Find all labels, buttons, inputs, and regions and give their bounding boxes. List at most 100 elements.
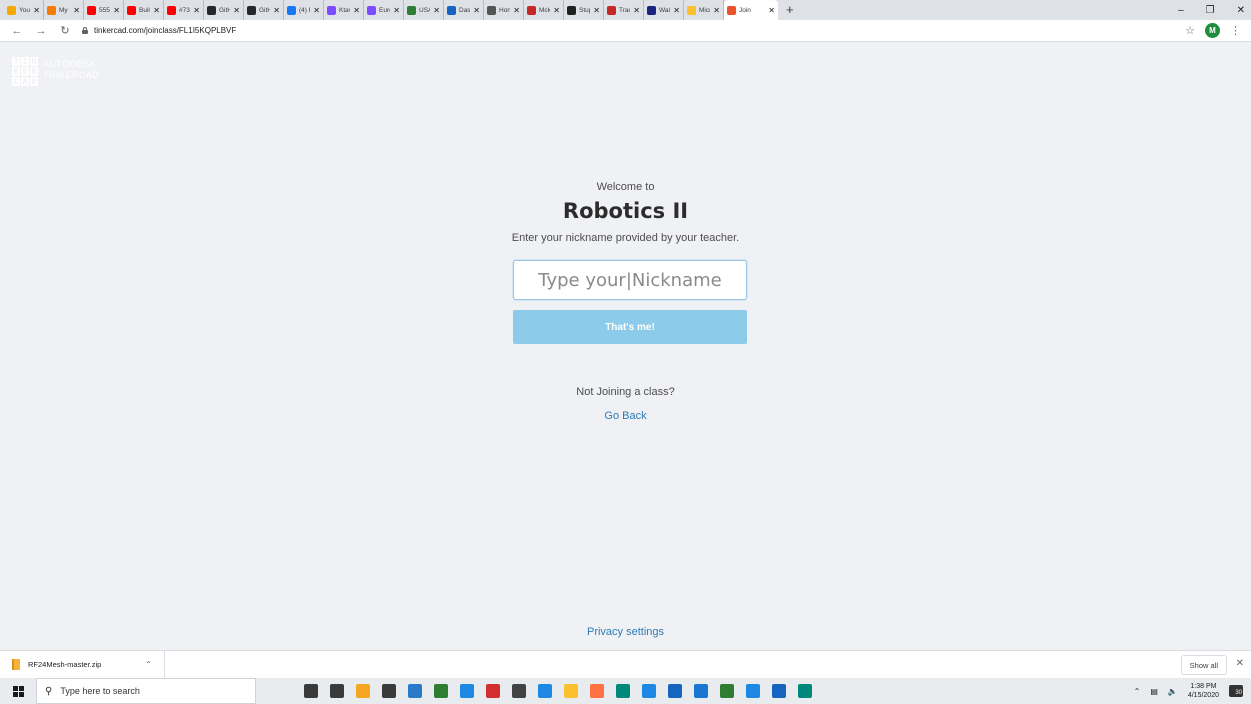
taskbar-app-icon[interactable]: [434, 684, 448, 698]
browser-tab[interactable]: Euro✕: [364, 0, 404, 20]
browser-tab[interactable]: Buil ✕: [124, 0, 164, 20]
browser-tab[interactable]: 555 ✕: [84, 0, 124, 20]
taskbar-app-icon[interactable]: [642, 684, 656, 698]
star-icon[interactable]: ☆: [1185, 24, 1195, 37]
tab-title: Euro: [379, 6, 390, 14]
taskbar-app-icon[interactable]: [668, 684, 682, 698]
tab-close-icon[interactable]: ✕: [393, 6, 400, 15]
show-all-button[interactable]: Show all: [1180, 655, 1227, 675]
logo-letter: D: [30, 77, 38, 86]
tab-close-icon[interactable]: ✕: [713, 6, 720, 15]
menu-dots-icon[interactable]: ⋮: [1230, 24, 1241, 37]
tinkercad-logo[interactable]: TIN KER CAD AUTODESK TINKERCAD: [12, 57, 100, 86]
tab-close-icon[interactable]: ✕: [473, 6, 480, 15]
browser-tab[interactable]: (4) F✕: [284, 0, 324, 20]
download-filename: RF24Mesh-master.zip: [28, 660, 102, 669]
browser-tab[interactable]: Join ✕: [724, 0, 778, 20]
profile-avatar[interactable]: M: [1205, 23, 1220, 38]
taskbar-app-icon[interactable]: [304, 684, 318, 698]
instructions-text: Enter your nickname provided by your tea…: [511, 232, 740, 244]
taskbar-app-icon[interactable]: [590, 684, 604, 698]
url-text[interactable]: tinkercad.com/joinclass/FL1I5KQPLBVF: [94, 26, 236, 35]
back-arrow-icon[interactable]: ←: [10, 25, 24, 37]
chevron-up-icon[interactable]: ⌃: [145, 660, 152, 669]
taskbar-app-icon[interactable]: [486, 684, 500, 698]
tab-close-icon[interactable]: ✕: [273, 6, 280, 15]
tab-favicon-icon: [407, 5, 416, 15]
reload-icon[interactable]: ↻: [58, 24, 72, 37]
tab-close-icon[interactable]: ✕: [768, 6, 775, 15]
browser-tab[interactable]: GitH✕: [244, 0, 284, 20]
taskbar-app-icon[interactable]: [460, 684, 474, 698]
taskbar-app-icon[interactable]: [746, 684, 760, 698]
tab-close-icon[interactable]: ✕: [433, 6, 440, 15]
taskbar-app-icon[interactable]: [356, 684, 370, 698]
taskbar-app-icon[interactable]: [330, 684, 344, 698]
taskbar-app-icon[interactable]: [382, 684, 396, 698]
nickname-input[interactable]: [513, 260, 747, 300]
taskbar-app-icon[interactable]: [512, 684, 526, 698]
new-tab-button[interactable]: +: [786, 0, 794, 20]
taskbar-search-placeholder: Type here to search: [60, 686, 140, 696]
tab-close-icon[interactable]: ✕: [113, 6, 120, 15]
thats-me-button[interactable]: That's me!: [513, 310, 747, 344]
browser-tab[interactable]: Your✕: [4, 0, 44, 20]
address-bar[interactable]: tinkercad.com/joinclass/FL1I5KQPLBVF: [82, 26, 236, 35]
tab-title: Ktav: [339, 6, 350, 14]
taskbar-app-icon[interactable]: [564, 684, 578, 698]
taskbar-app-icon[interactable]: [538, 684, 552, 698]
network-icon[interactable]: ▤: [1150, 687, 1158, 696]
taskbar-app-icon[interactable]: [720, 684, 734, 698]
taskbar-search[interactable]: ⚲ Type here to search: [36, 678, 256, 704]
taskbar-app-icon[interactable]: [694, 684, 708, 698]
tab-close-icon[interactable]: ✕: [313, 6, 320, 15]
browser-tab[interactable]: #73 ✕: [164, 0, 204, 20]
browser-tab[interactable]: Hon ✕: [484, 0, 524, 20]
tab-close-icon[interactable]: ✕: [193, 6, 200, 15]
tab-title: Micr: [699, 6, 711, 14]
browser-tab[interactable]: My ✕: [44, 0, 84, 20]
go-back-link[interactable]: Go Back: [0, 410, 1251, 422]
tab-favicon-icon: [487, 5, 496, 15]
tab-close-icon[interactable]: ✕: [553, 6, 560, 15]
forward-arrow-icon[interactable]: →: [34, 25, 48, 37]
browser-tab[interactable]: Tracl✕: [604, 0, 644, 20]
taskbar-app-icon[interactable]: [408, 684, 422, 698]
chevron-up-icon[interactable]: ⌃: [1134, 687, 1141, 696]
browser-tab[interactable]: Micr ✕: [684, 0, 724, 20]
minimize-icon[interactable]: –: [1178, 5, 1184, 16]
close-window-icon[interactable]: ✕: [1237, 5, 1245, 16]
volume-icon[interactable]: 🔈: [1168, 687, 1178, 696]
tab-close-icon[interactable]: ✕: [353, 6, 360, 15]
browser-tab[interactable]: Ktav✕: [324, 0, 364, 20]
tab-close-icon[interactable]: ✕: [513, 6, 520, 15]
browser-tab[interactable]: Stup✕: [564, 0, 604, 20]
browser-tab[interactable]: Dasl✕: [444, 0, 484, 20]
logo-letter: K: [12, 67, 20, 76]
browser-toolbar: ← → ↻ tinkercad.com/joinclass/FL1I5KQPLB…: [0, 20, 1251, 42]
tab-close-icon[interactable]: ✕: [233, 6, 240, 15]
taskbar-app-icon[interactable]: [798, 684, 812, 698]
browser-tab[interactable]: GitH✕: [204, 0, 244, 20]
tab-close-icon[interactable]: ✕: [33, 6, 40, 15]
tab-title: #73: [179, 6, 190, 14]
notification-center-icon[interactable]: 30: [1229, 685, 1243, 697]
browser-tab[interactable]: Walt✕: [644, 0, 684, 20]
zip-file-icon: [12, 659, 20, 670]
download-item[interactable]: RF24Mesh-master.zip ⌃: [0, 650, 165, 679]
start-button[interactable]: [0, 685, 36, 697]
taskbar-app-icon[interactable]: [772, 684, 786, 698]
tab-close-icon[interactable]: ✕: [633, 6, 640, 15]
windows-logo-icon: [12, 685, 24, 697]
clock[interactable]: 1:38 PM 4/15/2020: [1188, 682, 1219, 700]
tab-close-icon[interactable]: ✕: [153, 6, 160, 15]
privacy-settings-link[interactable]: Privacy settings: [0, 626, 1251, 638]
taskbar-app-icon[interactable]: [616, 684, 630, 698]
browser-tab[interactable]: USA✕: [404, 0, 444, 20]
tab-close-icon[interactable]: ✕: [593, 6, 600, 15]
browser-tab[interactable]: Mck ✕: [524, 0, 564, 20]
tab-close-icon[interactable]: ✕: [673, 6, 680, 15]
close-download-bar-icon[interactable]: ✕: [1236, 658, 1244, 669]
restore-icon[interactable]: ❐: [1206, 5, 1215, 16]
tab-close-icon[interactable]: ✕: [73, 6, 80, 15]
